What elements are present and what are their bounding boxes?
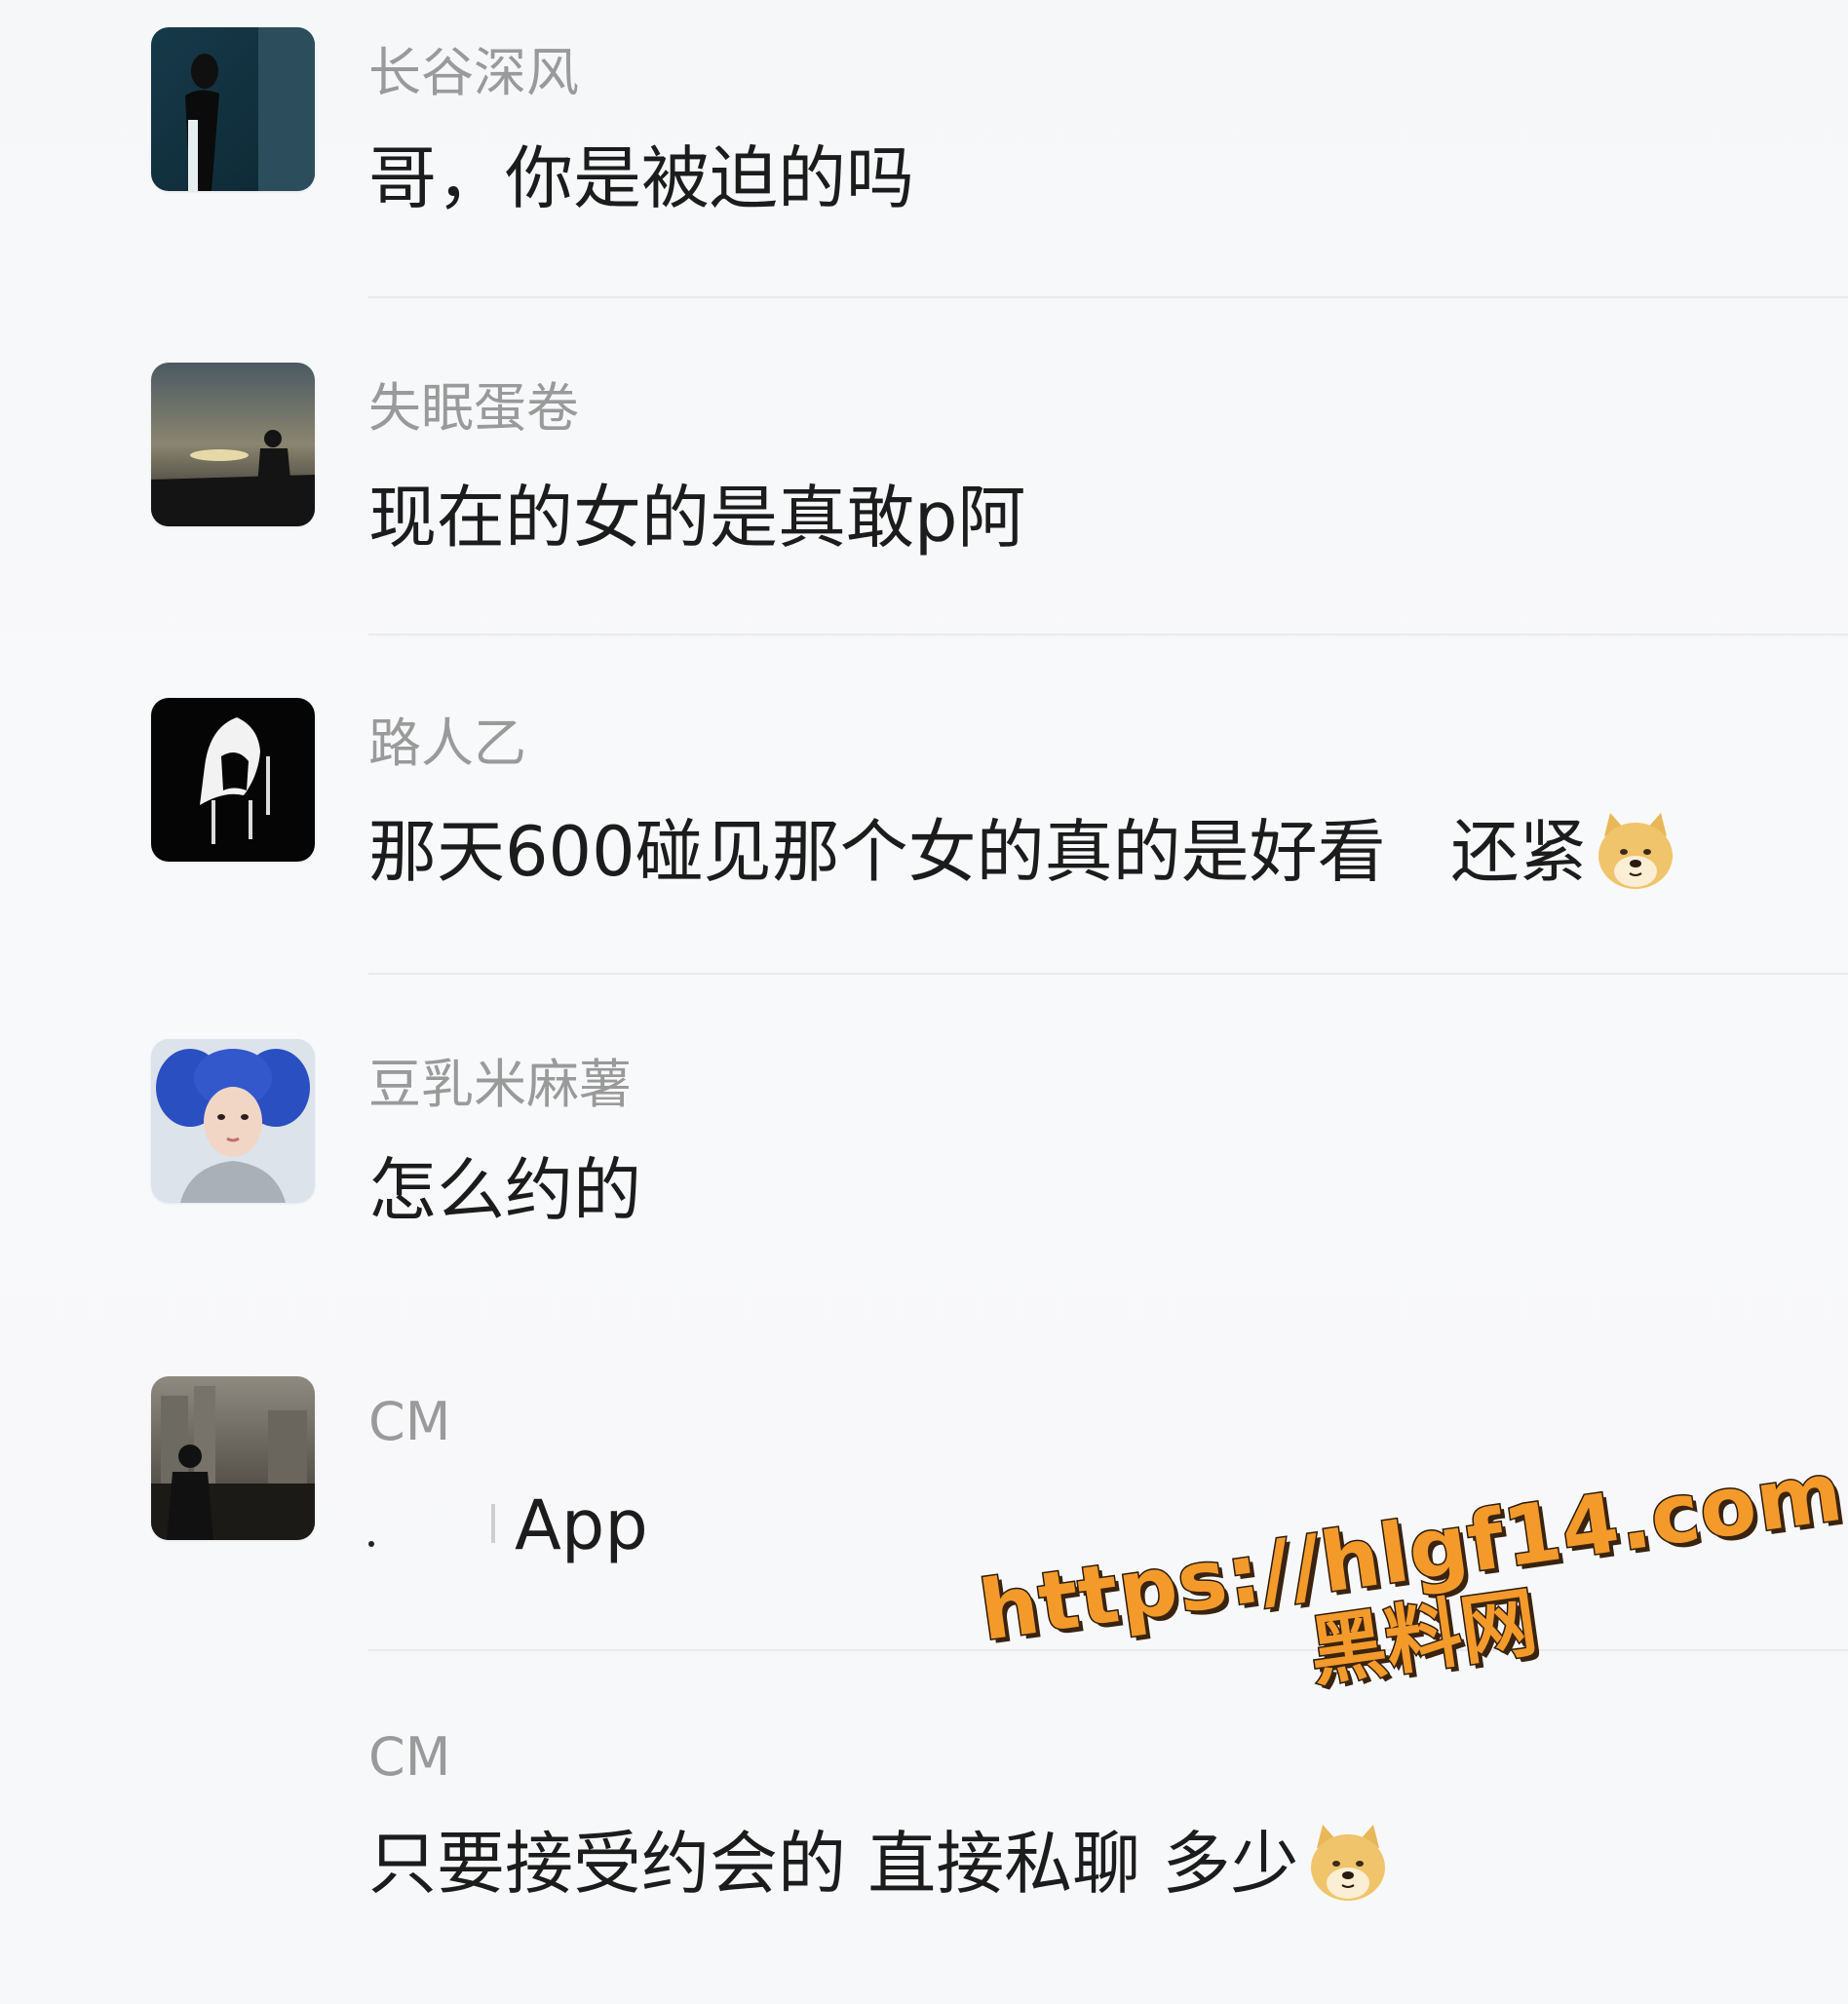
comment-text: 那天600碰见那个女的真的是好看 还紧	[368, 807, 1680, 897]
comment-username: 豆乳米麻薯	[368, 1054, 632, 1115]
comment-text: 只要接受约会的 直接私聊 多少	[368, 1819, 1393, 1908]
comment-username: CM	[368, 1391, 451, 1452]
user-avatar[interactable]	[151, 1376, 315, 1540]
divider	[368, 634, 1848, 636]
divider	[368, 973, 1848, 975]
comment-text: App	[368, 1491, 648, 1560]
comment-username: 路人乙	[368, 713, 526, 774]
user-avatar[interactable]	[151, 363, 315, 526]
comment-list-screen: 长谷深风 哥，你是被迫的吗 失眠蛋卷 现在的女的是真敢p阿 路人乙 那天600碰…	[0, 0, 1848, 2004]
comment-text: 怎么约的	[368, 1150, 641, 1230]
comment-username: 长谷深风	[368, 42, 579, 103]
comment-text: 现在的女的是真敢p阿	[368, 478, 1026, 558]
doge-emoji-icon	[1591, 807, 1680, 897]
comment-username: 失眠蛋卷	[368, 377, 579, 439]
user-avatar[interactable]	[151, 698, 315, 862]
comment-text: 哥，你是被迫的吗	[368, 138, 914, 218]
watermark-overlay: https://hlgf14.com 黑料网	[973, 1442, 1848, 1740]
divider	[368, 296, 1848, 298]
user-avatar[interactable]	[151, 27, 315, 191]
doge-emoji-icon	[1303, 1819, 1393, 1908]
user-avatar[interactable]	[151, 1039, 315, 1203]
comment-username: CM	[368, 1726, 451, 1788]
censored-text	[368, 1496, 515, 1555]
